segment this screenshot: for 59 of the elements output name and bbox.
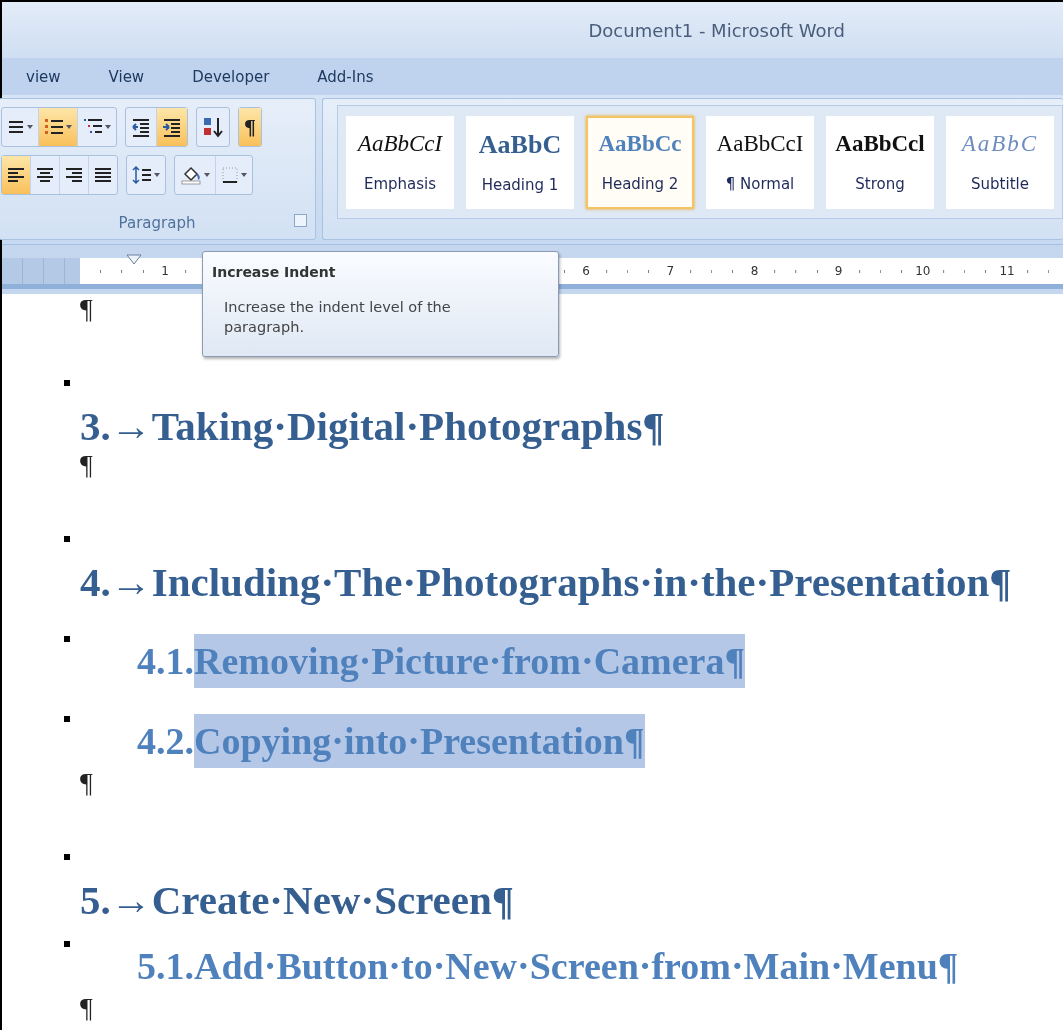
toolbar-button[interactable]: ¶ [239,108,261,146]
heading-number: 3.→ [80,402,152,450]
sort-icon [202,116,224,138]
heading-text: Removing·Picture·from·Camera¶ [194,634,745,688]
ribbon-tab[interactable]: view [2,61,85,92]
ribbon-tab[interactable]: Developer [168,61,294,92]
heading-text: Including·The·Photographs·in·the·Presentation¶ [151,558,1012,606]
style-preview: AaBbCcl [835,130,925,157]
paragraph-mark: ¶ [80,767,93,798]
bullet-list-icon [7,118,25,136]
toolbar-button[interactable] [2,156,31,194]
style-item[interactable]: AaBbCcl Strong [826,115,934,209]
heading-number: 4.2. [137,719,194,764]
style-preview: AaBbCcI [716,130,804,157]
heading-text: Copying·into·Presentation¶ [194,714,645,768]
style-preview: AaBbCcI [357,130,443,157]
heading-text: Add·Button·to·New·Screen·from·Main·Menu¶ [194,944,959,989]
style-item[interactable]: AaBbC Subtitle [946,115,1054,209]
group-label: Paragraph [118,214,196,232]
toolbar-button[interactable] [39,108,78,146]
borders-icon [221,166,239,184]
decrease-indent-icon [131,117,151,137]
heading-number: 4.→ [80,558,152,606]
tooltip-text: Increase the indent level of the paragraph. [224,298,452,337]
heading-number: 5.→ [80,876,152,924]
line-spacing-icon [132,165,152,185]
align-left-icon [7,166,25,184]
paragraph-mark: ¶ [80,449,93,480]
style-item[interactable]: AaBbCc Heading 2 [586,115,694,209]
window-title: Document1 - Microsoft Word [588,19,845,41]
heading-number: 4.1. [137,639,194,684]
indent-marker-icon[interactable] [126,254,142,266]
align-center-icon [36,166,54,184]
style-item[interactable]: AaBbCcI ¶ Normal [706,115,814,209]
ribbon-tab[interactable]: Add-Ins [293,61,398,92]
justify-icon [94,166,112,184]
style-name: Heading 1 [481,176,559,195]
numbered-list-icon [44,117,64,137]
tooltip-title: Increase Indent [212,264,337,280]
paragraph-mark: ¶ [80,992,93,1023]
style-preview: AaBbCc [598,130,682,157]
paragraph-mark: ¶ [80,293,93,324]
toolbar-button[interactable] [157,108,187,146]
paint-bucket-icon [180,165,202,185]
style-preview: AaBbC [961,130,1039,157]
heading-number: 5.1. [137,944,194,989]
ribbon-tab[interactable]: View [84,61,169,92]
heading-text: Create·New·Screen¶ [151,876,514,924]
style-name: ¶ Normal [725,175,795,194]
align-right-icon [65,166,83,184]
heading-text: Taking·Digital·Photographs¶ [151,402,665,450]
style-preview: AaBbC [478,129,562,160]
style-name: Strong [855,175,905,194]
style-name: Subtitle [971,175,1029,194]
increase-indent-icon [162,117,182,137]
style-item[interactable]: AaBbCcI Emphasis [346,115,454,209]
style-name: Heading 2 [601,175,679,194]
style-item[interactable]: AaBbC Heading 1 [466,115,574,209]
style-name: Emphasis [363,175,437,194]
